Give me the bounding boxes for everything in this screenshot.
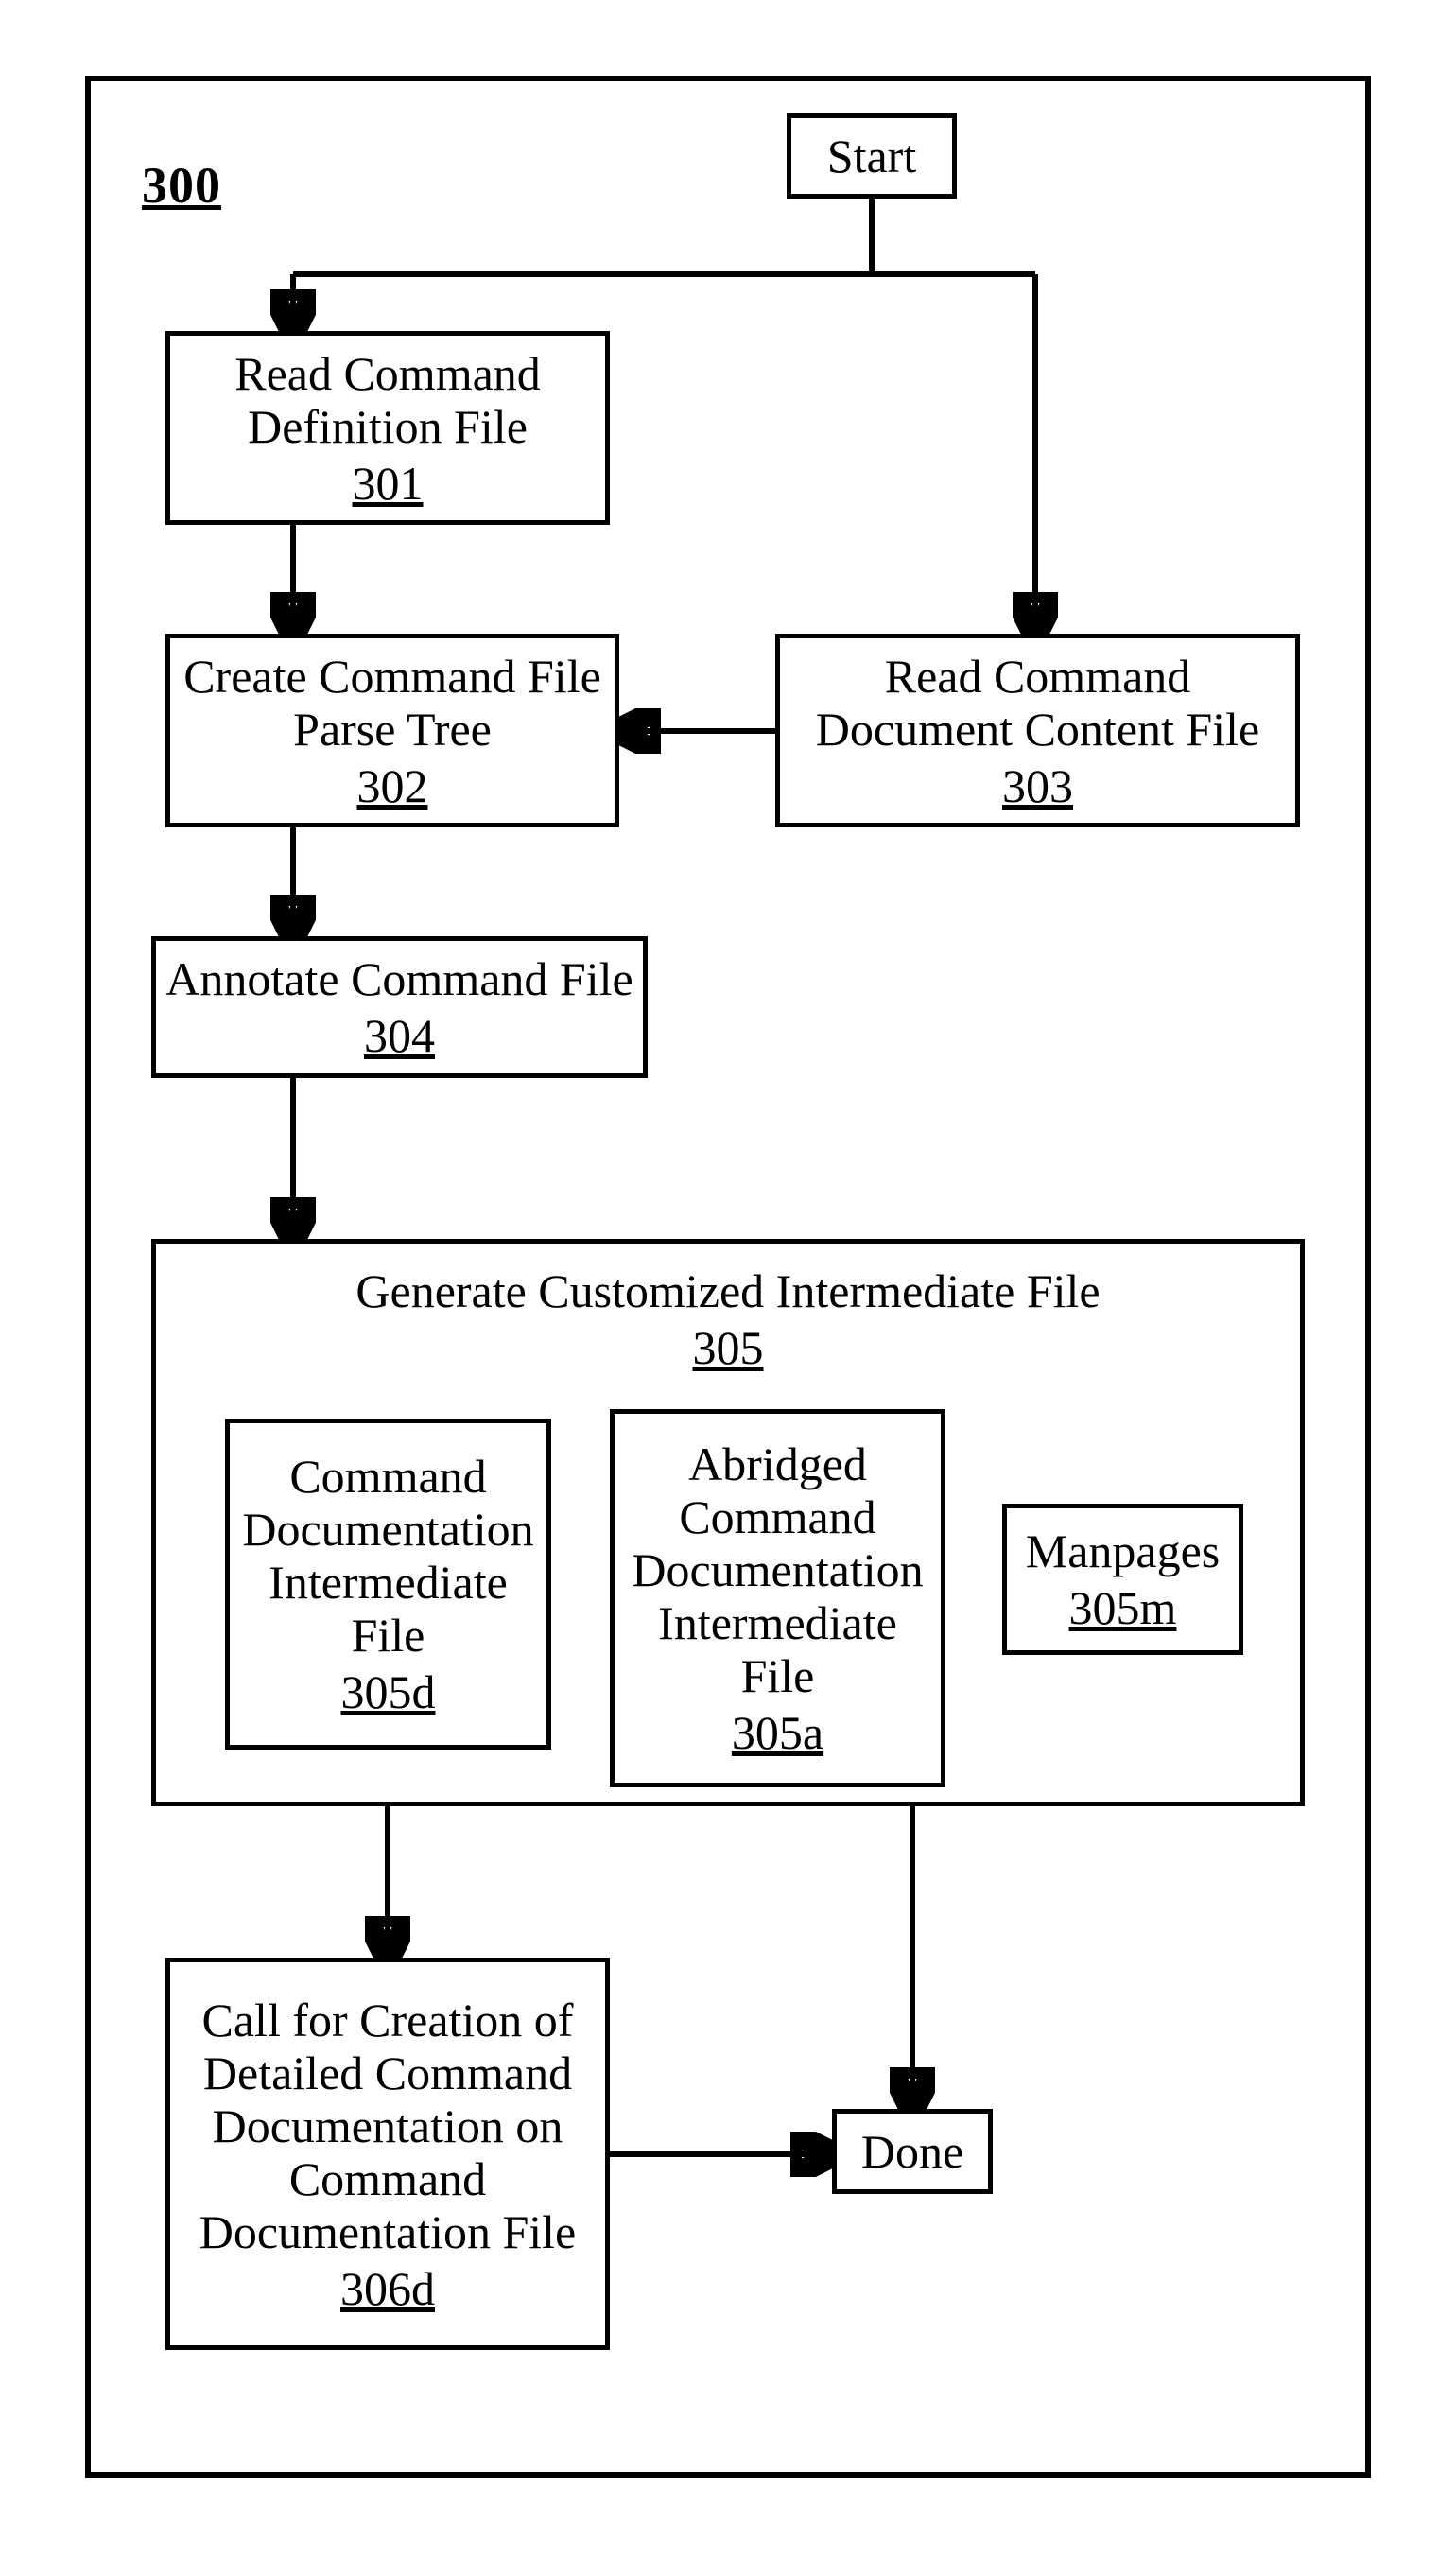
flowchart-canvas: 300 Start Read Command Definition File 3… [0,0,1456,2560]
node-306d-l4: Command [289,2152,486,2205]
node-301-l2: Definition File [248,400,528,453]
node-305a-l5: File [741,1649,815,1702]
node-302: Create Command File Parse Tree 302 [165,634,619,827]
node-305d: Command Documentation Intermediate File … [225,1419,551,1750]
figure-reference: 300 [142,156,221,215]
node-305-title: Generate Customized Intermediate File [164,1264,1292,1317]
node-305a-l1: Abridged [688,1437,867,1490]
node-306d-l1: Call for Creation of [202,1994,574,2046]
node-start: Start [787,113,957,199]
node-302-ref: 302 [357,759,428,812]
node-306d: Call for Creation of Detailed Command Do… [165,1958,610,2350]
node-304: Annotate Command File 304 [151,936,648,1078]
node-start-label: Start [827,130,916,183]
node-305m: Manpages 305m [1002,1504,1243,1655]
node-303-l1: Read Command [885,650,1191,703]
node-305d-l4: File [352,1609,425,1662]
node-done-label: Done [861,2125,963,2178]
node-306d-l3: Documentation on [213,2099,563,2152]
node-304-l1: Annotate Command File [165,952,633,1005]
node-305m-ref: 305m [1069,1581,1177,1634]
node-303-l2: Document Content File [816,703,1259,756]
node-306d-l5: Documentation File [199,2205,577,2258]
node-305a: Abridged Command Documentation Intermedi… [610,1409,945,1787]
node-303-ref: 303 [1002,759,1073,812]
node-305a-l2: Command [679,1490,875,1543]
node-306d-l2: Detailed Command [203,2046,572,2099]
node-done: Done [832,2109,993,2194]
node-301-l1: Read Command [234,347,541,400]
node-305d-l2: Documentation [242,1503,533,1556]
node-305a-ref: 305a [732,1706,823,1759]
node-304-ref: 304 [364,1009,435,1062]
node-305-ref: 305 [693,1321,764,1374]
node-305d-l3: Intermediate [269,1556,508,1609]
node-305m-l1: Manpages [1026,1524,1221,1577]
node-301-ref: 301 [353,457,424,510]
node-305d-l1: Command [289,1450,486,1503]
node-306d-ref: 306d [340,2262,435,2315]
node-305a-l3: Documentation [632,1543,923,1596]
node-301: Read Command Definition File 301 [165,331,610,525]
node-303: Read Command Document Content File 303 [775,634,1300,827]
node-305a-l4: Intermediate [658,1596,897,1649]
node-302-l1: Create Command File [183,650,601,703]
node-302-l2: Parse Tree [293,703,492,756]
node-305d-ref: 305d [341,1665,436,1718]
